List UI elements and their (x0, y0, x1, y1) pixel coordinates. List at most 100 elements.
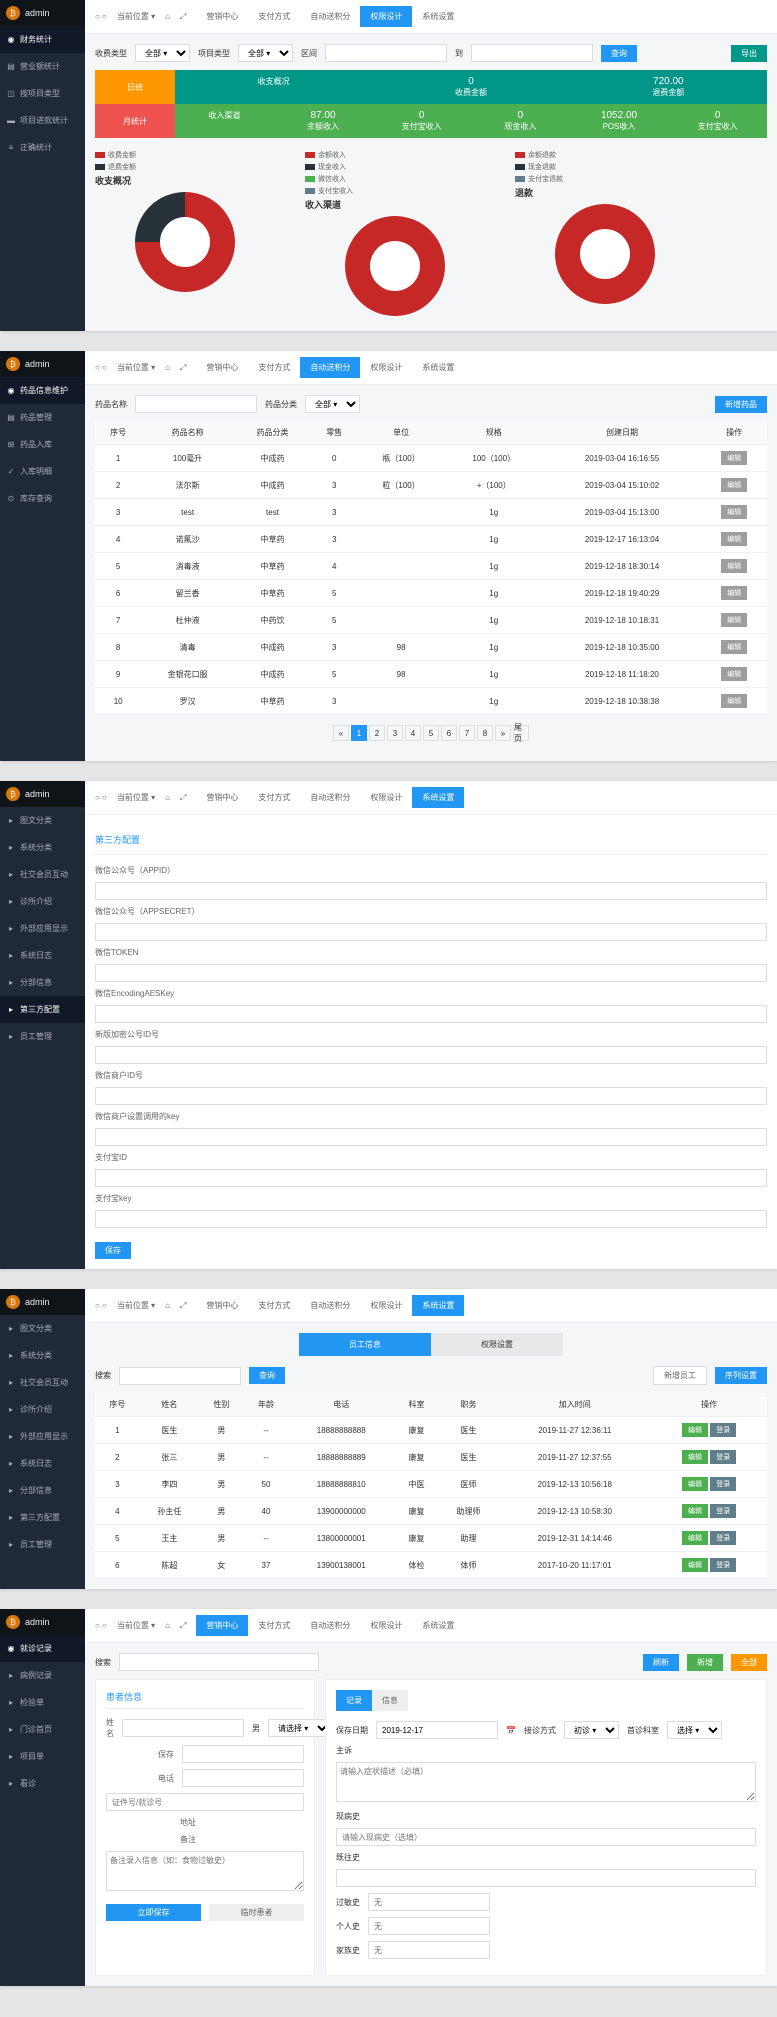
tab[interactable]: 营销中心 (196, 357, 248, 378)
side-item[interactable]: ▸外部应用显示 (0, 1423, 85, 1450)
page-button[interactable]: 2 (369, 725, 385, 741)
page-button[interactable]: 5 (423, 725, 439, 741)
side-item[interactable]: ◫按项目类型 (0, 80, 85, 107)
edit-button[interactable]: 编辑 (721, 667, 747, 681)
edit-button[interactable]: 编辑 (721, 451, 747, 465)
edit-button[interactable]: 编辑 (682, 1558, 708, 1572)
side-item[interactable]: ▸系统分类 (0, 1342, 85, 1369)
tab[interactable]: 权限设计 (360, 1295, 412, 1316)
page-button[interactable]: » (495, 725, 511, 741)
tab[interactable]: 支付方式 (248, 6, 300, 27)
search-button[interactable]: 查询 (601, 45, 637, 62)
nav-circles[interactable]: ○ ○ (95, 12, 107, 21)
edit-button[interactable]: 编辑 (721, 532, 747, 546)
side-item[interactable]: ▸门诊首页 (0, 1716, 85, 1743)
page-button[interactable]: « (333, 725, 349, 741)
side-item[interactable]: ▸看诊 (0, 1770, 85, 1797)
search-input[interactable] (119, 1367, 241, 1385)
tab[interactable]: 营销中心 (196, 1615, 248, 1636)
breadcrumb[interactable]: 当前位置 ▾ (117, 11, 155, 22)
page-button[interactable]: 7 (459, 725, 475, 741)
tab[interactable]: 系统设置 (412, 1615, 464, 1636)
page-button[interactable]: 1 (351, 725, 367, 741)
tab[interactable]: 自动送积分 (300, 1295, 360, 1316)
config-input[interactable] (95, 1128, 767, 1146)
login-button[interactable]: 登录 (710, 1423, 736, 1437)
config-input[interactable] (95, 1169, 767, 1187)
past-input[interactable] (336, 1869, 756, 1887)
login-button[interactable]: 登录 (710, 1504, 736, 1518)
side-item[interactable]: ▸系统日志 (0, 942, 85, 969)
page-button[interactable]: 6 (441, 725, 457, 741)
side-item[interactable]: ▤营业额统计 (0, 53, 85, 80)
name-input[interactable] (135, 395, 257, 413)
allergy-input[interactable] (368, 1893, 490, 1911)
stat-tab-day[interactable]: 日统 (95, 70, 175, 104)
search-button[interactable]: 查询 (249, 1367, 285, 1384)
side-item[interactable]: ▬项目进款统计 (0, 107, 85, 134)
tab[interactable]: 权限设计 (360, 1615, 412, 1636)
edit-button[interactable]: 编辑 (721, 694, 747, 708)
tab[interactable]: 营销中心 (196, 1295, 248, 1316)
side-item[interactable]: ⊙库存查询 (0, 485, 85, 512)
side-item[interactable]: ▸社交会员互动 (0, 861, 85, 888)
side-item[interactable]: ▸社交会员互动 (0, 1369, 85, 1396)
side-item[interactable]: ▸系统日志 (0, 1450, 85, 1477)
edit-button[interactable]: 编辑 (721, 478, 747, 492)
edit-button[interactable]: 编辑 (721, 586, 747, 600)
config-input[interactable] (95, 1087, 767, 1105)
login-button[interactable]: 登录 (710, 1531, 736, 1545)
side-item[interactable]: ▸图文分类 (0, 1315, 85, 1342)
id-input[interactable] (106, 1793, 304, 1811)
tab[interactable]: 支付方式 (248, 787, 300, 808)
side-item[interactable]: ▸分部信息 (0, 1477, 85, 1504)
add-staff-button[interactable]: 新增员工 (653, 1366, 707, 1385)
side-item[interactable]: ✓入库明细 (0, 458, 85, 485)
page-button[interactable]: 3 (387, 725, 403, 741)
rec-tab[interactable]: 记录 (336, 1690, 372, 1711)
remark-textarea[interactable] (106, 1851, 304, 1891)
config-input[interactable] (95, 1210, 767, 1228)
add-medicine-button[interactable]: 新增药品 (715, 396, 767, 413)
edit-button[interactable]: 编辑 (721, 640, 747, 654)
tab[interactable]: 系统设置 (412, 1295, 464, 1316)
pill-perm[interactable]: 权限设置 (431, 1333, 563, 1356)
config-input[interactable] (95, 1005, 767, 1023)
config-input[interactable] (95, 964, 767, 982)
tab[interactable]: 营销中心 (196, 6, 248, 27)
proj-type-select[interactable]: 全部 ▾ (238, 44, 293, 62)
edit-button[interactable]: 编辑 (682, 1477, 708, 1491)
edit-button[interactable]: 编辑 (721, 613, 747, 627)
side-item[interactable]: ▸系统分类 (0, 834, 85, 861)
main-textarea[interactable] (336, 1762, 756, 1802)
export-button[interactable]: 导出 (731, 45, 767, 62)
edit-button[interactable]: 编辑 (721, 559, 747, 573)
date-input[interactable] (376, 1721, 498, 1739)
side-title[interactable]: ◉就诊记录 (0, 1635, 85, 1662)
info-tab[interactable]: 信息 (372, 1690, 408, 1711)
side-item[interactable]: ▸项目单 (0, 1743, 85, 1770)
sort-button[interactable]: 序列设置 (715, 1367, 767, 1384)
phone-input[interactable] (182, 1769, 304, 1787)
edit-button[interactable]: 编辑 (682, 1504, 708, 1518)
side-item[interactable]: ▸第三方配置 (0, 996, 85, 1023)
save-input[interactable] (182, 1745, 304, 1763)
cat-select[interactable]: 全部 ▾ (305, 395, 360, 413)
edit-button[interactable]: 编辑 (682, 1423, 708, 1437)
page-button[interactable]: 尾页 (513, 725, 529, 741)
tab[interactable]: 营销中心 (196, 787, 248, 808)
save-now-button[interactable]: 立即保存 (106, 1904, 201, 1921)
sel[interactable]: 请选择 ▾ (268, 1719, 331, 1737)
name-input[interactable] (122, 1719, 244, 1737)
side-item[interactable]: ▸图文分类 (0, 807, 85, 834)
side-item[interactable]: ▸员工管理 (0, 1023, 85, 1050)
side-item[interactable]: ▤药品管理 (0, 404, 85, 431)
config-input[interactable] (95, 923, 767, 941)
tab[interactable]: 支付方式 (248, 1295, 300, 1316)
type-select[interactable]: 初诊 ▾ (564, 1721, 619, 1739)
tab[interactable]: 自动送积分 (300, 6, 360, 27)
tab[interactable]: 支付方式 (248, 357, 300, 378)
login-button[interactable]: 登录 (710, 1477, 736, 1491)
all-button[interactable]: 全部 (731, 1654, 767, 1671)
side-item[interactable]: ⊞药品入库 (0, 431, 85, 458)
